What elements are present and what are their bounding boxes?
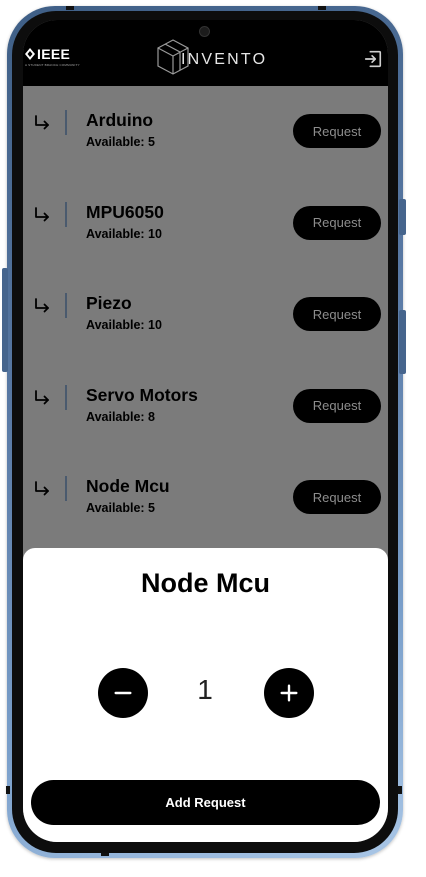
minus-icon (114, 691, 132, 695)
component-name: MPU6050 (86, 201, 164, 222)
antenna-line (398, 786, 402, 794)
plus-icon (280, 684, 298, 702)
list-item[interactable]: Piezo Available: 10 Request (23, 269, 388, 361)
request-button[interactable]: Request (293, 114, 381, 148)
request-bottom-sheet: Node Mcu 1 Add Request (23, 548, 388, 842)
component-availability: Available: 10 (86, 318, 162, 332)
component-name: Node Mcu (86, 476, 170, 496)
subdirectory-arrow-icon (35, 206, 49, 221)
quantity-value: 1 (197, 674, 213, 705)
subdirectory-arrow-icon (35, 481, 49, 496)
front-camera (199, 26, 210, 37)
component-list: Arduino Available: 5 Request MPU6050 Ava… (23, 86, 388, 544)
divider (65, 384, 67, 410)
request-button[interactable]: Request (293, 480, 381, 514)
phone-side-button-left (2, 268, 8, 372)
list-item[interactable]: MPU6050 Available: 10 Request (23, 178, 388, 270)
list-item[interactable]: Servo Motors Available: 8 Request (23, 361, 388, 453)
subdirectory-arrow-icon (35, 115, 49, 130)
component-name: Arduino (86, 110, 154, 130)
logout-icon (364, 50, 382, 68)
phone-side-button-right-top (399, 199, 406, 235)
ieee-logo: IEEE A STUDENT BRANCH COMMUNITY (25, 46, 80, 67)
list-item[interactable]: Node Mcu Available: 5 Request (23, 452, 388, 544)
app-title: INVENTO (181, 51, 268, 68)
divider (65, 110, 67, 135)
logout-button[interactable] (362, 48, 384, 70)
component-availability: Available: 10 (86, 226, 162, 241)
divider (65, 476, 67, 501)
app-screen: IEEE A STUDENT BRANCH COMMUNITY INVENTO (23, 20, 388, 842)
request-button[interactable]: Request (293, 388, 381, 423)
component-name: Servo Motors (86, 384, 198, 405)
request-button[interactable]: Request (293, 297, 381, 331)
divider (65, 293, 67, 318)
app-header: IEEE A STUDENT BRANCH COMMUNITY INVENTO (23, 20, 388, 86)
subdirectory-arrow-icon (35, 298, 49, 313)
component-availability: Available: 5 (86, 501, 156, 515)
add-request-button[interactable]: Add Request (31, 780, 380, 825)
ieee-tagline: A STUDENT BRANCH COMMUNITY (25, 63, 80, 67)
ieee-wordmark: IEEE (37, 46, 71, 62)
component-availability: Available: 8 (86, 409, 156, 424)
phone-side-button-right (399, 310, 406, 374)
divider (65, 201, 67, 227)
decrement-button[interactable] (98, 668, 148, 718)
antenna-line (6, 786, 10, 794)
antenna-line (66, 6, 74, 10)
component-availability: Available: 5 (86, 135, 156, 149)
subdirectory-arrow-icon (35, 389, 49, 404)
increment-button[interactable] (264, 668, 314, 718)
sheet-title: Node Mcu (140, 568, 270, 598)
app-brand: INVENTO (156, 37, 267, 77)
request-button[interactable]: Request (293, 205, 381, 240)
ieee-diamond-icon (25, 48, 35, 60)
quantity-stepper: 1 (23, 668, 388, 718)
component-name: Piezo (86, 293, 132, 313)
antenna-line (318, 6, 326, 10)
list-item[interactable]: Arduino Available: 5 Request (23, 86, 388, 178)
